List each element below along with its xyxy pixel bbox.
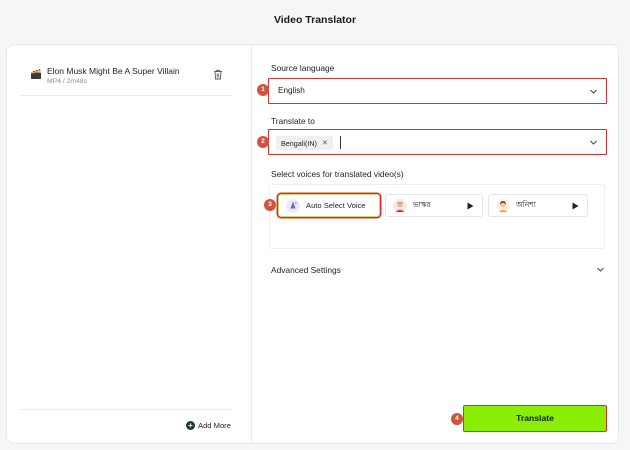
chevron-down-icon [590, 140, 597, 145]
voice-option-anisha[interactable]: অনিশা [488, 194, 588, 217]
advanced-settings-toggle[interactable]: Advanced Settings [271, 265, 341, 275]
add-more-button[interactable]: + Add More [186, 419, 231, 431]
source-language-select[interactable]: English [268, 78, 607, 104]
step-badge-4: 4 [451, 413, 463, 425]
add-more-label: Add More [198, 420, 231, 430]
translate-button[interactable]: Translate [463, 405, 607, 432]
source-language-value: English [278, 86, 305, 95]
trash-icon[interactable] [213, 69, 223, 80]
female-avatar-icon [496, 198, 510, 213]
panel-divider [251, 44, 252, 444]
chevron-down-icon[interactable] [596, 265, 605, 274]
voice-bhaskar-label: ভাস্কর [413, 200, 431, 209]
male-avatar-icon [393, 198, 407, 213]
file-meta: MP4 / 2m48s [47, 78, 88, 85]
auto-voice-icon [286, 198, 300, 213]
page-title: Video Translator [273, 14, 357, 26]
step-badge-3: 3 [264, 199, 276, 211]
file-list-item[interactable]: Elon Musk Might Be A Super Villain MP4 /… [20, 62, 232, 96]
voices-label: Select voices for translated video(s) [271, 169, 404, 179]
step-badge-2: 2 [257, 136, 269, 148]
tag-close-icon[interactable]: ✕ [322, 139, 328, 147]
left-footer-divider [20, 409, 232, 410]
language-tag: Bengali(IN) ✕ [276, 136, 333, 150]
play-icon[interactable] [572, 202, 579, 210]
plus-icon: + [186, 420, 195, 430]
voice-auto-select[interactable]: Auto Select Voice [278, 194, 380, 217]
source-language-label: Source language [271, 63, 335, 73]
text-cursor [340, 136, 341, 149]
voice-anisha-label: অনিশা [516, 200, 536, 209]
translate-to-select[interactable]: Bengali(IN) ✕ [268, 129, 607, 155]
voice-auto-label: Auto Select Voice [306, 201, 366, 210]
voice-option-bhaskar[interactable]: ভাস্কর [385, 194, 483, 217]
clapperboard-icon [31, 69, 41, 79]
play-icon[interactable] [467, 202, 474, 210]
file-name: Elon Musk Might Be A Super Villain [47, 66, 180, 76]
translate-to-label: Translate to [271, 116, 315, 126]
chevron-down-icon [590, 89, 597, 94]
step-badge-1: 1 [257, 84, 269, 96]
language-tag-label: Bengali(IN) [281, 138, 317, 148]
